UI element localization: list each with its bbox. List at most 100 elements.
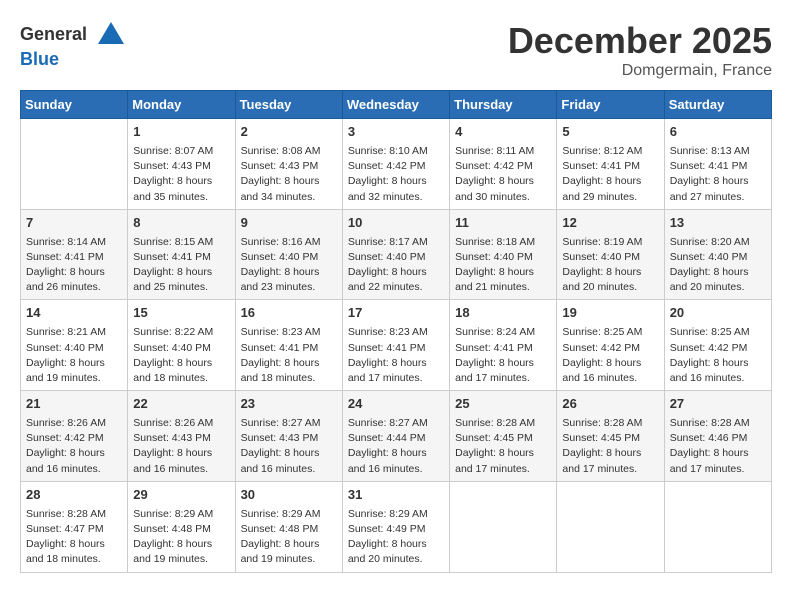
calendar-day-cell xyxy=(450,481,557,572)
calendar-day-cell: 8 Sunrise: 8:15 AMSunset: 4:41 PMDaylight… xyxy=(128,209,235,300)
weekday-header-cell: Friday xyxy=(557,91,664,119)
calendar-day-cell: 27 Sunrise: 8:28 AMSunset: 4:46 PMDayligh… xyxy=(664,391,771,482)
weekday-header-cell: Tuesday xyxy=(235,91,342,119)
day-number: 11 xyxy=(455,214,551,233)
day-number: 12 xyxy=(562,214,658,233)
day-info: Sunrise: 8:10 AMSunset: 4:42 PMDaylight:… xyxy=(348,144,444,205)
day-number: 5 xyxy=(562,123,658,142)
calendar-day-cell xyxy=(664,481,771,572)
day-info: Sunrise: 8:28 AMSunset: 4:47 PMDaylight:… xyxy=(26,507,122,568)
calendar-day-cell: 3 Sunrise: 8:10 AMSunset: 4:42 PMDaylight… xyxy=(342,119,449,210)
day-number: 24 xyxy=(348,395,444,414)
day-info: Sunrise: 8:08 AMSunset: 4:43 PMDaylight:… xyxy=(241,144,337,205)
day-info: Sunrise: 8:20 AMSunset: 4:40 PMDaylight:… xyxy=(670,235,766,296)
weekday-header-cell: Monday xyxy=(128,91,235,119)
day-number: 3 xyxy=(348,123,444,142)
calendar-week-row: 7 Sunrise: 8:14 AMSunset: 4:41 PMDaylight… xyxy=(21,209,772,300)
weekday-header-cell: Saturday xyxy=(664,91,771,119)
day-number: 2 xyxy=(241,123,337,142)
logo-general: General xyxy=(20,24,87,44)
day-info: Sunrise: 8:26 AMSunset: 4:43 PMDaylight:… xyxy=(133,416,229,477)
calendar-day-cell: 30Sunrise: 8:29 AMSunset: 4:48 PMDayligh… xyxy=(235,481,342,572)
weekday-header-cell: Sunday xyxy=(21,91,128,119)
calendar-day-cell xyxy=(21,119,128,210)
calendar-day-cell: 26Sunrise: 8:28 AMSunset: 4:45 PMDayligh… xyxy=(557,391,664,482)
logo-blue: Blue xyxy=(20,49,59,69)
day-info: Sunrise: 8:29 AMSunset: 4:48 PMDaylight:… xyxy=(133,507,229,568)
day-number: 31 xyxy=(348,486,444,505)
day-info: Sunrise: 8:17 AMSunset: 4:40 PMDaylight:… xyxy=(348,235,444,296)
calendar-day-cell: 7 Sunrise: 8:14 AMSunset: 4:41 PMDaylight… xyxy=(21,209,128,300)
calendar-day-cell: 14 Sunrise: 8:21 AMSunset: 4:40 PMDayligh… xyxy=(21,300,128,391)
weekday-header-row: SundayMondayTuesdayWednesdayThursdayFrid… xyxy=(21,91,772,119)
calendar-day-cell: 16Sunrise: 8:23 AMSunset: 4:41 PMDayligh… xyxy=(235,300,342,391)
day-number: 8 xyxy=(133,214,229,233)
calendar-day-cell: 10 Sunrise: 8:17 AMSunset: 4:40 PMDayligh… xyxy=(342,209,449,300)
day-info: Sunrise: 8:27 AMSunset: 4:43 PMDaylight:… xyxy=(241,416,337,477)
day-info: Sunrise: 8:16 AMSunset: 4:40 PMDaylight:… xyxy=(241,235,337,296)
day-info: Sunrise: 8:19 AMSunset: 4:40 PMDaylight:… xyxy=(562,235,658,296)
day-number: 9 xyxy=(241,214,337,233)
calendar-week-row: 14 Sunrise: 8:21 AMSunset: 4:40 PMDayligh… xyxy=(21,300,772,391)
day-number: 16 xyxy=(241,304,337,323)
day-info: Sunrise: 8:15 AMSunset: 4:41 PMDaylight:… xyxy=(133,235,229,296)
calendar-day-cell: 2 Sunrise: 8:08 AMSunset: 4:43 PMDaylight… xyxy=(235,119,342,210)
day-number: 1 xyxy=(133,123,229,142)
month-title: December 2025 xyxy=(508,20,772,62)
calendar-day-cell: 20Sunrise: 8:25 AMSunset: 4:42 PMDayligh… xyxy=(664,300,771,391)
day-number: 20 xyxy=(670,304,766,323)
day-info: Sunrise: 8:25 AMSunset: 4:42 PMDaylight:… xyxy=(562,325,658,386)
calendar-day-cell xyxy=(557,481,664,572)
location: Domgermain, France xyxy=(508,62,772,80)
calendar-day-cell: 11 Sunrise: 8:18 AMSunset: 4:40 PMDayligh… xyxy=(450,209,557,300)
calendar-day-cell: 12 Sunrise: 8:19 AMSunset: 4:40 PMDayligh… xyxy=(557,209,664,300)
day-number: 4 xyxy=(455,123,551,142)
day-number: 18 xyxy=(455,304,551,323)
day-info: Sunrise: 8:14 AMSunset: 4:41 PMDaylight:… xyxy=(26,235,122,296)
calendar-week-row: 28 Sunrise: 8:28 AMSunset: 4:47 PMDayligh… xyxy=(21,481,772,572)
day-info: Sunrise: 8:21 AMSunset: 4:40 PMDaylight:… xyxy=(26,325,122,386)
calendar-day-cell: 25 Sunrise: 8:28 AMSunset: 4:45 PMDayligh… xyxy=(450,391,557,482)
calendar-day-cell: 28 Sunrise: 8:28 AMSunset: 4:47 PMDayligh… xyxy=(21,481,128,572)
day-number: 13 xyxy=(670,214,766,233)
day-number: 14 xyxy=(26,304,122,323)
calendar-table: SundayMondayTuesdayWednesdayThursdayFrid… xyxy=(20,90,772,573)
day-number: 19 xyxy=(562,304,658,323)
day-number: 17 xyxy=(348,304,444,323)
day-number: 22 xyxy=(133,395,229,414)
weekday-header-cell: Thursday xyxy=(450,91,557,119)
day-info: Sunrise: 8:26 AMSunset: 4:42 PMDaylight:… xyxy=(26,416,122,477)
day-info: Sunrise: 8:07 AMSunset: 4:43 PMDaylight:… xyxy=(133,144,229,205)
calendar-day-cell: 23 Sunrise: 8:27 AMSunset: 4:43 PMDayligh… xyxy=(235,391,342,482)
day-number: 15 xyxy=(133,304,229,323)
day-info: Sunrise: 8:12 AMSunset: 4:41 PMDaylight:… xyxy=(562,144,658,205)
calendar-day-cell: 18 Sunrise: 8:24 AMSunset: 4:41 PMDayligh… xyxy=(450,300,557,391)
day-number: 7 xyxy=(26,214,122,233)
day-info: Sunrise: 8:29 AMSunset: 4:48 PMDaylight:… xyxy=(241,507,337,568)
calendar-day-cell: 15Sunrise: 8:22 AMSunset: 4:40 PMDayligh… xyxy=(128,300,235,391)
day-info: Sunrise: 8:27 AMSunset: 4:44 PMDaylight:… xyxy=(348,416,444,477)
day-info: Sunrise: 8:11 AMSunset: 4:42 PMDaylight:… xyxy=(455,144,551,205)
day-number: 21 xyxy=(26,395,122,414)
day-number: 29 xyxy=(133,486,229,505)
calendar-day-cell: 5 Sunrise: 8:12 AMSunset: 4:41 PMDaylight… xyxy=(557,119,664,210)
calendar-day-cell: 4 Sunrise: 8:11 AMSunset: 4:42 PMDaylight… xyxy=(450,119,557,210)
calendar-day-cell: 6Sunrise: 8:13 AMSunset: 4:41 PMDaylight… xyxy=(664,119,771,210)
calendar-day-cell: 24 Sunrise: 8:27 AMSunset: 4:44 PMDayligh… xyxy=(342,391,449,482)
calendar-body: 1 Sunrise: 8:07 AMSunset: 4:43 PMDaylight… xyxy=(21,119,772,573)
day-info: Sunrise: 8:18 AMSunset: 4:40 PMDaylight:… xyxy=(455,235,551,296)
day-number: 25 xyxy=(455,395,551,414)
calendar-day-cell: 9 Sunrise: 8:16 AMSunset: 4:40 PMDaylight… xyxy=(235,209,342,300)
day-info: Sunrise: 8:28 AMSunset: 4:45 PMDaylight:… xyxy=(562,416,658,477)
calendar-day-cell: 13 Sunrise: 8:20 AMSunset: 4:40 PMDayligh… xyxy=(664,209,771,300)
day-number: 28 xyxy=(26,486,122,505)
calendar-day-cell: 19 Sunrise: 8:25 AMSunset: 4:42 PMDayligh… xyxy=(557,300,664,391)
day-info: Sunrise: 8:24 AMSunset: 4:41 PMDaylight:… xyxy=(455,325,551,386)
weekday-header-cell: Wednesday xyxy=(342,91,449,119)
day-info: Sunrise: 8:28 AMSunset: 4:46 PMDaylight:… xyxy=(670,416,766,477)
day-number: 27 xyxy=(670,395,766,414)
calendar-week-row: 21 Sunrise: 8:26 AMSunset: 4:42 PMDayligh… xyxy=(21,391,772,482)
day-info: Sunrise: 8:28 AMSunset: 4:45 PMDaylight:… xyxy=(455,416,551,477)
day-number: 23 xyxy=(241,395,337,414)
day-number: 10 xyxy=(348,214,444,233)
